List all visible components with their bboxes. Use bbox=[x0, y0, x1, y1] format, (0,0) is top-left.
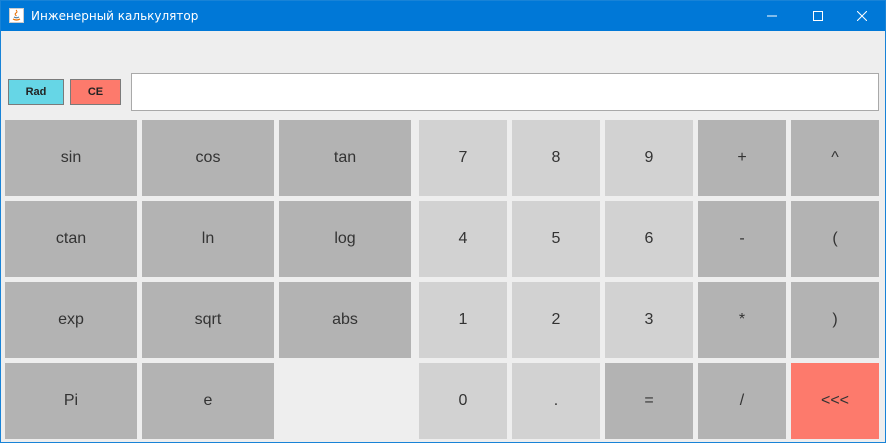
rad-mode-button[interactable]: Rad bbox=[8, 79, 64, 105]
log-button[interactable]: log bbox=[279, 201, 411, 277]
digit-9-button[interactable]: 9 bbox=[605, 120, 693, 196]
minus-button[interactable]: - bbox=[698, 201, 786, 277]
maximize-icon bbox=[813, 11, 823, 21]
java-app-icon bbox=[9, 8, 24, 23]
digit-5-button[interactable]: 5 bbox=[512, 201, 600, 277]
backspace-button[interactable]: <<< bbox=[791, 363, 879, 439]
equals-button[interactable]: = bbox=[605, 363, 693, 439]
tan-button[interactable]: tan bbox=[279, 120, 411, 196]
sqrt-button[interactable]: sqrt bbox=[142, 282, 274, 358]
ctan-button[interactable]: ctan bbox=[5, 201, 137, 277]
minimize-icon bbox=[767, 15, 777, 17]
digit-2-button[interactable]: 2 bbox=[512, 282, 600, 358]
ln-button[interactable]: ln bbox=[142, 201, 274, 277]
window-title: Инженерный калькулятор bbox=[31, 9, 199, 23]
digit-6-button[interactable]: 6 bbox=[605, 201, 693, 277]
digit-0-button[interactable]: 0 bbox=[419, 363, 507, 439]
cos-button[interactable]: cos bbox=[142, 120, 274, 196]
divide-button[interactable]: / bbox=[698, 363, 786, 439]
maximize-button[interactable] bbox=[795, 1, 841, 31]
decimal-point-button[interactable]: . bbox=[512, 363, 600, 439]
right-paren-button[interactable]: ) bbox=[791, 282, 879, 358]
left-paren-button[interactable]: ( bbox=[791, 201, 879, 277]
close-button[interactable] bbox=[839, 1, 885, 31]
digit-8-button[interactable]: 8 bbox=[512, 120, 600, 196]
calculator-window: Инженерный калькулятор Rad CE sin ctan e… bbox=[0, 0, 886, 443]
power-button[interactable]: ^ bbox=[791, 120, 879, 196]
digit-3-button[interactable]: 3 bbox=[605, 282, 693, 358]
digit-7-button[interactable]: 7 bbox=[419, 120, 507, 196]
expression-display[interactable] bbox=[131, 73, 879, 111]
sin-button[interactable]: sin bbox=[5, 120, 137, 196]
multiply-button[interactable]: * bbox=[698, 282, 786, 358]
abs-button[interactable]: abs bbox=[279, 282, 411, 358]
plus-button[interactable]: + bbox=[698, 120, 786, 196]
title-bar[interactable]: Инженерный калькулятор bbox=[1, 1, 885, 31]
e-button[interactable]: e bbox=[142, 363, 274, 439]
clear-entry-button[interactable]: CE bbox=[70, 79, 121, 105]
pi-button[interactable]: Pi bbox=[5, 363, 137, 439]
digit-1-button[interactable]: 1 bbox=[419, 282, 507, 358]
exp-button[interactable]: exp bbox=[5, 282, 137, 358]
minimize-button[interactable] bbox=[749, 1, 795, 31]
digit-4-button[interactable]: 4 bbox=[419, 201, 507, 277]
close-icon bbox=[857, 11, 867, 21]
